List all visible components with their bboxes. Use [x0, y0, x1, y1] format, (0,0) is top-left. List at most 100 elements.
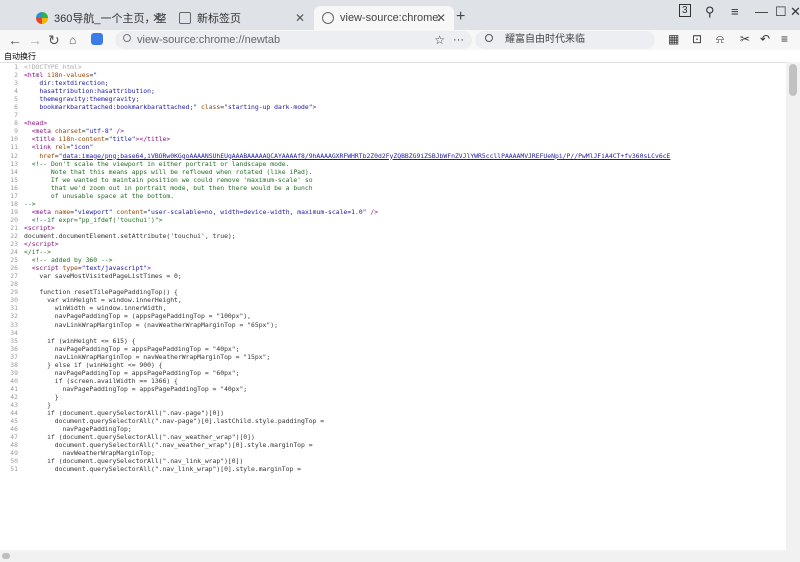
line-number: 43: [10, 400, 18, 409]
line-content: document.querySelectorAll(".nav-page")[0…: [24, 417, 325, 426]
code-line: 35 if (winHeight <= 615) {: [0, 337, 786, 345]
home-icon[interactable]: ⌂: [69, 33, 76, 47]
bell-icon[interactable]: ⍾: [716, 32, 724, 47]
undo-icon[interactable]: ↶: [760, 32, 770, 46]
line-number: 34: [10, 328, 18, 337]
code-line: 20 <!--if expr="pp_ifdef('touchui')">: [0, 216, 786, 224]
code-line: 18 -->: [0, 200, 786, 208]
forward-icon[interactable]: →: [28, 33, 42, 47]
tab-360-nav[interactable]: 360导航_一个主页，整个世界 ✕: [28, 6, 170, 30]
shirt-icon[interactable]: ⚲: [705, 4, 715, 20]
code-line: 8 <head>: [0, 119, 786, 127]
vertical-scrollbar[interactable]: [786, 62, 800, 550]
line-content: if (winHeight <= 615) {: [24, 336, 136, 345]
line-content: </if-->: [24, 248, 51, 257]
source-code-view: 1 <!DOCTYPE html> 2 <html i18n-values=" 3 di…: [0, 63, 786, 549]
code-line: 47 if (document.querySelectorAll(".nav_w…: [0, 433, 786, 441]
shield-icon[interactable]: ⊡: [692, 32, 702, 46]
line-number: 12: [10, 151, 18, 160]
code-line: 13 <!-- Don't scale the viewport in eith…: [0, 160, 786, 168]
code-line: 48 document.querySelectorAll(".nav_weath…: [0, 441, 786, 449]
url-bar[interactable]: view-source:chrome://newtab ☆ ···: [115, 31, 472, 49]
line-content: <html i18n-values=": [24, 71, 98, 80]
horizontal-scrollbar[interactable]: [0, 550, 786, 562]
code-line: 4 hasattribution:hasattribution;: [0, 87, 786, 95]
code-line: 9 <meta charset="utf-8" />: [0, 127, 786, 135]
line-number: 13: [10, 159, 18, 168]
new-tab-icon[interactable]: +: [456, 8, 465, 26]
code-line: 26 <script type="text/javascript">: [0, 264, 786, 272]
code-line: 16 that we'd zoom out in portrait mode, …: [0, 184, 786, 192]
line-number: 14: [10, 167, 18, 176]
close-icon[interactable]: ✕: [295, 11, 305, 25]
line-number: 32: [10, 312, 18, 321]
code-line: 32 navPagePaddingTop = (appsPagePaddingT…: [0, 312, 786, 320]
line-content: document.documentElement.setAttribute('t…: [24, 231, 236, 240]
tab-view-source[interactable]: view-source:chrome://newt ✕: [314, 6, 454, 30]
maximize-icon[interactable]: ☐: [775, 4, 787, 20]
tab-title: 360导航_一个主页，整个世界: [54, 13, 166, 25]
code-line: 22 document.documentElement.setAttribute(…: [0, 232, 786, 240]
line-content: href="data:image/png;base64,iVBORw0KGgoA…: [39, 151, 671, 160]
close-window-icon[interactable]: ✕: [790, 4, 800, 20]
line-content: } else if (winHeight <= 900) {: [24, 360, 163, 369]
line-content: navPagePaddingTop = appsPagePaddingTop =…: [24, 368, 240, 377]
url-text: view-source:chrome://newtab: [137, 34, 281, 46]
line-number: 18: [10, 199, 18, 208]
extension-icon[interactable]: [91, 33, 103, 45]
line-content: if (document.querySelectorAll(".nav-page…: [24, 409, 225, 418]
line-number: 51: [10, 465, 18, 474]
line-wrap-label[interactable]: 自动换行: [4, 51, 36, 62]
menu-icon[interactable]: ≡: [781, 32, 788, 46]
close-icon[interactable]: ✕: [436, 11, 446, 25]
code-line: 27 var saveMostVisitedPageListTimes = 0;: [0, 272, 786, 280]
line-content: Note that this means apps will be reflow…: [24, 167, 313, 176]
360-logo-icon: [36, 12, 48, 24]
code-line: 28: [0, 280, 786, 288]
back-icon[interactable]: ←: [8, 33, 22, 47]
line-number: 40: [10, 376, 18, 385]
menu-icon[interactable]: ≡: [731, 4, 739, 19]
scrollbar-thumb[interactable]: [2, 553, 10, 559]
more-icon[interactable]: ···: [453, 31, 464, 49]
line-number: 30: [10, 296, 18, 305]
code-line: 31 winWidth = window.innerWidth,: [0, 304, 786, 312]
line-content: if (screen.availWidth == 1366) {: [24, 376, 178, 385]
minimize-icon[interactable]: —: [755, 4, 768, 19]
line-number: 1: [14, 63, 18, 71]
search-box[interactable]: 耀富自由时代来临: [475, 31, 655, 49]
scissors-icon[interactable]: ✂: [740, 32, 750, 46]
code-line: 50 if (document.querySelectorAll(".nav_l…: [0, 457, 786, 465]
line-content: if (document.querySelectorAll(".nav_weat…: [24, 433, 255, 442]
line-number: 46: [10, 425, 18, 434]
line-content: navWeatherWrapMarginTop;: [24, 449, 155, 458]
code-line: 37 navLinkWrapMarginTop = navWeatherWrap…: [0, 353, 786, 361]
line-content: }: [24, 392, 59, 401]
code-line: 45 document.querySelectorAll(".nav-page"…: [0, 417, 786, 425]
close-icon[interactable]: ✕: [152, 11, 162, 25]
address-toolbar: ← → ↻ ⌂ view-source:chrome://newtab ☆ ··…: [0, 30, 800, 50]
scrollbar-thumb[interactable]: [789, 64, 797, 96]
code-line: 40 if (screen.availWidth == 1366) {: [0, 377, 786, 385]
line-content: hasattribution:hasattribution;: [39, 87, 155, 96]
line-content: function resetTilePagePaddingTop() {: [24, 288, 178, 297]
grid-icon[interactable]: ▦: [668, 32, 679, 46]
tab-count-icon[interactable]: 3: [679, 4, 691, 17]
line-number: 36: [10, 344, 18, 353]
line-content: navPagePaddingTop = appsPagePaddingTop =…: [24, 344, 240, 353]
code-line: 10 <title i18n-content="title"></title>: [0, 135, 786, 143]
code-line: 7: [0, 111, 786, 119]
line-content: <meta charset="utf-8" />: [31, 127, 125, 136]
line-content: navPagePaddingTop;: [24, 425, 132, 434]
line-content: <script>: [24, 223, 55, 232]
line-number: 5: [14, 95, 18, 104]
line-number: 28: [10, 280, 18, 289]
code-line: 24 </if-->: [0, 248, 786, 256]
star-icon[interactable]: ☆: [434, 31, 445, 49]
line-number: 7: [14, 111, 18, 120]
line-content: dir:textdirection;: [39, 79, 109, 88]
code-line: 3 dir:textdirection;: [0, 79, 786, 87]
reload-icon[interactable]: ↻: [48, 33, 60, 47]
tab-new-tab[interactable]: 新标签页 ✕: [171, 6, 313, 30]
code-line: 42 }: [0, 393, 786, 401]
